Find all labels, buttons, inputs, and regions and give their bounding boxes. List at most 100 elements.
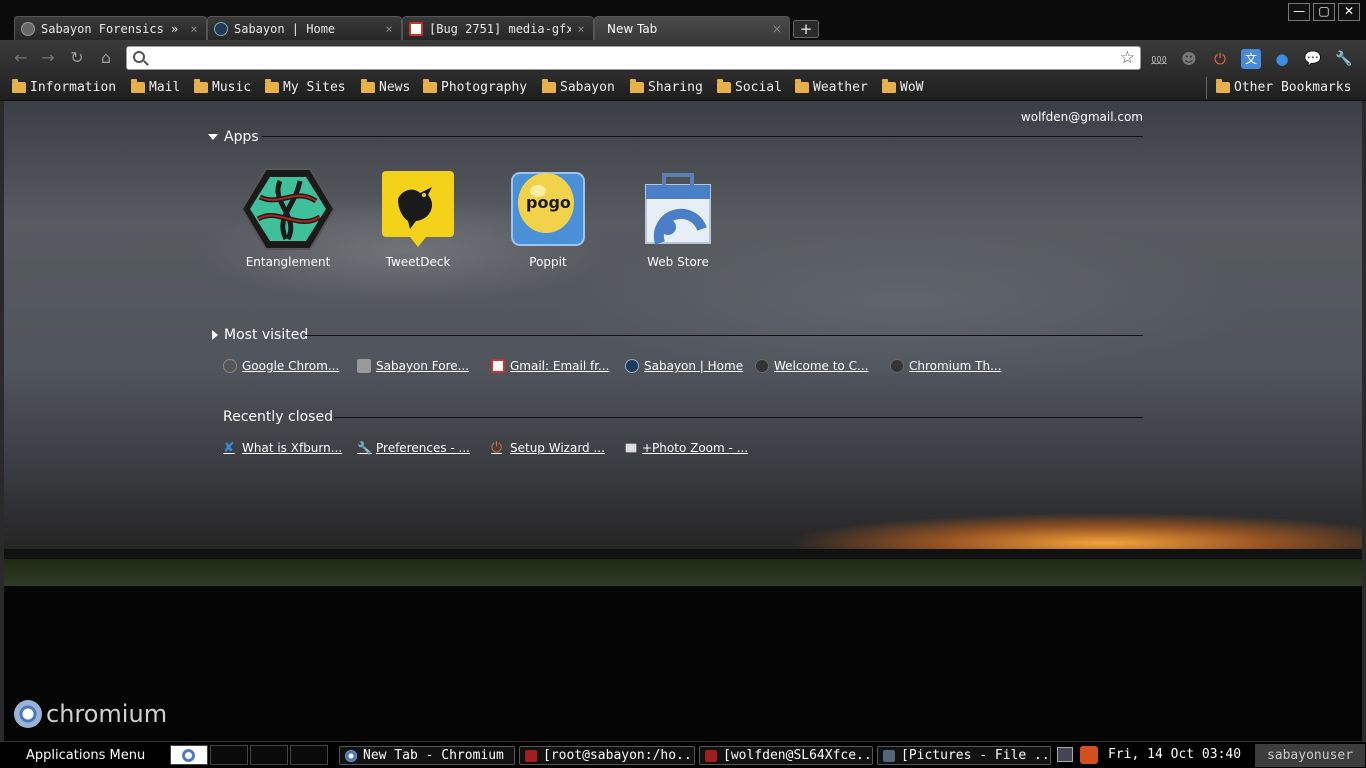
section-divider: [334, 417, 1143, 418]
bookmark-folder-social[interactable]: Social: [717, 79, 782, 95]
back-button[interactable]: ←: [12, 49, 30, 67]
link-title: Welcome to C...: [774, 359, 869, 373]
sabayon-icon: [625, 359, 639, 373]
most-visited-item[interactable]: Welcome to C...: [755, 359, 868, 373]
entanglement-icon: [240, 168, 336, 250]
bookmark-folder-sharing[interactable]: Sharing: [630, 79, 703, 95]
ext-circle-icon[interactable]: ●: [1272, 49, 1292, 69]
tab-label: Sabayon | Home: [234, 21, 336, 36]
taskbar-item-user-terminal[interactable]: [wolfden@SL64Xfce...: [699, 746, 873, 765]
ext-mirror-icon[interactable]: ⅏: [1149, 49, 1169, 69]
app-tweetdeck[interactable]: TweetDeck: [358, 171, 478, 269]
tab-strip: Sabayon Forensics » | × Sabayon | Home ×…: [0, 0, 1366, 40]
bookmark-folder-sabayon[interactable]: Sabayon: [542, 79, 615, 95]
app-label: TweetDeck: [385, 255, 451, 269]
new-tab-button[interactable]: +: [793, 20, 819, 38]
wrench-icon[interactable]: 🔧: [1334, 49, 1354, 69]
bookmark-label: Information: [30, 80, 117, 95]
workspace-4[interactable]: [290, 745, 328, 765]
bookmark-label: News: [379, 80, 411, 95]
app-poppit[interactable]: pogo Poppit: [488, 171, 608, 269]
most-visited-item[interactable]: Sabayon Fore...: [357, 359, 469, 373]
window-border-right: [1362, 101, 1366, 741]
bookmark-star-icon[interactable]: ☆: [1120, 48, 1135, 68]
app-web-store[interactable]: Web Store: [618, 171, 738, 269]
forward-button[interactable]: →: [39, 49, 57, 67]
close-icon[interactable]: ×: [188, 22, 200, 36]
expand-arrow-icon: [212, 330, 218, 340]
close-icon[interactable]: ×: [383, 22, 395, 36]
bookmark-label: My Sites: [283, 80, 346, 95]
ext-person-icon[interactable]: ☻: [1179, 49, 1199, 69]
taskbar: Applications Menu New Tab - Chromium [ro…: [0, 741, 1366, 768]
bookmark-folder-wow[interactable]: WoW: [882, 79, 923, 95]
link-title: Gmail: Email fr...: [510, 359, 610, 373]
recently-closed-item[interactable]: 🔧 Preferences - ...: [357, 441, 470, 455]
show-desktop-icon[interactable]: [1057, 747, 1073, 762]
workspace-1[interactable]: [170, 745, 208, 765]
bookmark-folder-music[interactable]: Music: [194, 79, 252, 95]
bookmark-folder-photography[interactable]: Photography: [423, 79, 528, 95]
minimize-button[interactable]: —: [1288, 3, 1310, 21]
recently-closed-item[interactable]: +Photo Zoom - ...: [625, 441, 748, 455]
gmail-icon: [409, 21, 423, 36]
new-tab-page: wolfden@gmail.com Apps Entanglement Twee…: [4, 101, 1362, 741]
apps-section-toggle[interactable]: Apps: [208, 129, 259, 145]
task-label: [Pictures - File ...: [901, 748, 1051, 763]
account-email[interactable]: wolfden@gmail.com: [1021, 110, 1143, 124]
bookmark-folder-news[interactable]: News: [361, 79, 411, 95]
close-icon[interactable]: ×: [575, 22, 587, 36]
bookmark-label: Sabayon: [560, 80, 615, 95]
bookmark-folder-other[interactable]: Other Bookmarks: [1216, 79, 1351, 95]
taskbar-item-root-terminal[interactable]: [root@sabayon:/ho...: [519, 746, 695, 765]
ext-translate-icon[interactable]: 文: [1241, 49, 1261, 69]
tray-app-icon[interactable]: [1080, 746, 1098, 764]
omnibox-input[interactable]: [149, 49, 1109, 67]
reload-button[interactable]: ↻: [68, 49, 86, 67]
tab-favicon-icon: [21, 21, 35, 36]
applications-menu-button[interactable]: Applications Menu: [26, 748, 145, 763]
bookmarks-separator: [1206, 77, 1207, 99]
gmail-icon: [491, 359, 505, 373]
app-entanglement[interactable]: Entanglement: [228, 168, 348, 269]
close-window-button[interactable]: ✕: [1338, 3, 1360, 21]
bookmark-folder-mail[interactable]: Mail: [131, 79, 180, 95]
most-visited-item[interactable]: Gmail: Email fr...: [491, 359, 609, 373]
taskbar-item-file-manager[interactable]: [Pictures - File ...: [877, 746, 1051, 765]
workspace-2[interactable]: [210, 745, 248, 765]
pogo-logo-text: pogo: [526, 193, 571, 212]
ext-power-icon[interactable]: ⏻: [1210, 49, 1230, 69]
close-icon[interactable]: ×: [771, 22, 783, 36]
bookmark-folder-weather[interactable]: Weather: [795, 79, 868, 95]
clock[interactable]: Fri, 14 Oct 03:40: [1108, 747, 1241, 762]
maximize-button[interactable]: ▢: [1313, 3, 1335, 21]
tab-new-tab[interactable]: New Tab ×: [594, 16, 790, 40]
folder-icon: [630, 79, 644, 93]
bookmark-label: Music: [212, 80, 252, 95]
recently-closed-item[interactable]: ⏻ Setup Wizard ...: [491, 441, 605, 455]
omnibox[interactable]: ☆: [126, 46, 1141, 70]
tab-bug-2751[interactable]: [Bug 2751] media-gfx ×: [402, 16, 594, 40]
task-label: [root@sabayon:/ho...: [543, 748, 695, 763]
ext-chat-icon[interactable]: 💬: [1303, 49, 1323, 69]
workspace-3[interactable]: [250, 745, 288, 765]
user-menu[interactable]: sabayonuser: [1255, 744, 1365, 767]
most-visited-toggle[interactable]: Most visited: [212, 327, 308, 343]
taskbar-item-chromium[interactable]: New Tab - Chromium: [339, 746, 515, 765]
recently-closed-item[interactable]: ✘ What is Xfburn...: [223, 441, 342, 455]
home-button[interactable]: ⌂: [97, 49, 115, 67]
bookmark-label: Photography: [441, 80, 528, 95]
most-visited-item[interactable]: Chromium Th...: [890, 359, 1002, 373]
tab-sabayon-forensics[interactable]: Sabayon Forensics » | ×: [14, 16, 207, 40]
folder-icon: [423, 79, 437, 93]
most-visited-item[interactable]: Google Chrom...: [223, 359, 339, 373]
bookmark-folder-information[interactable]: Information: [12, 79, 117, 95]
globe-icon: [890, 359, 904, 373]
tab-sabayon-home[interactable]: Sabayon | Home ×: [207, 16, 402, 40]
collapse-arrow-icon: [208, 134, 218, 140]
most-visited-item[interactable]: Sabayon | Home: [625, 359, 743, 373]
folder-icon: [1216, 79, 1230, 93]
apps-heading: Apps: [224, 129, 259, 145]
bookmark-label: Sharing: [648, 80, 703, 95]
bookmark-folder-my-sites[interactable]: My Sites: [265, 79, 346, 95]
